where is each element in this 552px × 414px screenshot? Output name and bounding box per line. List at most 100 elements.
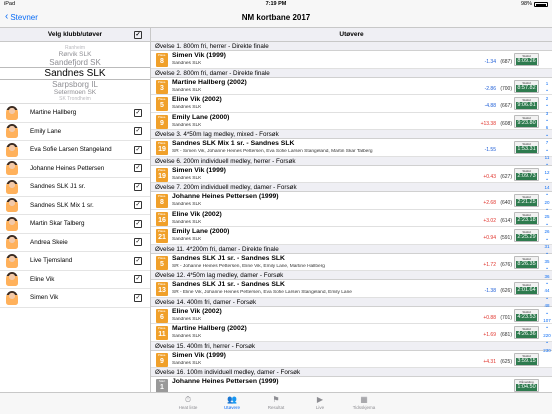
- club-picker-option[interactable]: Sarpsborg IL: [0, 80, 150, 89]
- athlete-checkbox[interactable]: ✓: [134, 293, 142, 302]
- index-entry[interactable]: 20: [542, 199, 552, 206]
- athlete-checkbox[interactable]: ✓: [134, 238, 142, 247]
- event-section-header: Øvelse 15. 400m fri, herrer - Forsøk: [151, 341, 552, 351]
- result-row[interactable]: Plass. 8 Johanne Heines Pettersen (1999) Sa…: [151, 192, 552, 210]
- result-row[interactable]: Plass. 9 Simen Vik (1999) Sandnes SLK +4.31 (…: [151, 351, 552, 368]
- index-entry[interactable]: •: [542, 117, 552, 124]
- index-entry[interactable]: •: [542, 132, 552, 139]
- athlete-row[interactable]: Andrea Skeie ✓: [0, 234, 150, 252]
- athlete-row[interactable]: Sandnes SLK Mix 1 sr. ✓: [0, 197, 150, 215]
- club-picker-option[interactable]: Rørvik SLK: [0, 51, 150, 58]
- athlete-name: Martine Hallberg: [30, 109, 77, 117]
- club-picker-option[interactable]: Setermoen SK: [0, 89, 150, 96]
- club-picker-option[interactable]: Sandefjord SK: [0, 58, 150, 67]
- athlete-checkbox[interactable]: ✓: [134, 127, 142, 136]
- index-entry[interactable]: •: [542, 176, 552, 183]
- index-entry[interactable]: •: [542, 236, 552, 243]
- tab-live[interactable]: ▶ Live: [298, 393, 342, 414]
- club-picker[interactable]: Ranheim Rørvik SLK Sandefjord SK Sandnes SL…: [0, 42, 150, 104]
- index-entry[interactable]: 7: [542, 139, 552, 146]
- result-row[interactable]: Start 1 Johanne Heines Pettersen (1999) Påm…: [151, 377, 552, 392]
- athlete-row[interactable]: Martine Hallberg ✓: [0, 104, 150, 123]
- index-entry[interactable]: •: [542, 206, 552, 213]
- result-row[interactable]: Plass. 11 Martine Hallberg (2002) Sandnes S…: [151, 324, 552, 342]
- result-row[interactable]: Plass. 19 Sandnes SLK Mix 1 sr. - Sandnes …: [151, 139, 552, 157]
- tab-utøvere[interactable]: 👥 Utøvere: [210, 393, 254, 414]
- result-row[interactable]: Plass. 13 Sandnes SLK J1 sr. - Sandnes SLK…: [151, 280, 552, 298]
- index-entry[interactable]: •: [542, 87, 552, 94]
- result-row[interactable]: Plass. 16 Eline Vik (2002) Sandnes SLK +3.02…: [151, 210, 552, 227]
- athlete-checkbox[interactable]: ✓: [134, 256, 142, 265]
- index-entry[interactable]: 220: [542, 332, 552, 339]
- athlete-row[interactable]: Johanne Heines Pettersen ✓: [0, 160, 150, 178]
- index-entry[interactable]: •: [542, 265, 552, 272]
- athlete-row[interactable]: Simen Vik ✓: [0, 289, 150, 308]
- athlete-checkbox[interactable]: ✓: [134, 145, 142, 154]
- index-entry[interactable]: •: [542, 339, 552, 346]
- place-number: 16: [158, 216, 166, 224]
- athlete-checkbox[interactable]: ✓: [134, 201, 142, 210]
- avatar-icon: [6, 105, 18, 120]
- athlete-checkbox[interactable]: ✓: [134, 182, 142, 191]
- place-badge: Plass. 11: [156, 326, 168, 340]
- index-entry[interactable]: 2: [542, 95, 552, 102]
- index-entry[interactable]: •: [542, 147, 552, 154]
- result-row[interactable]: Plass. 19 Simen Vik (1999) Sandnes SLK +0.43…: [151, 166, 552, 183]
- athlete-row[interactable]: Martin Skar Talberg ✓: [0, 215, 150, 234]
- index-entry[interactable]: •: [542, 161, 552, 168]
- place-number: 9: [160, 357, 164, 365]
- tab-tidsskjema[interactable]: ▦ Tidsskjema: [342, 393, 386, 414]
- index-entry[interactable]: 12: [542, 169, 552, 176]
- index-entry[interactable]: 107: [542, 317, 552, 324]
- index-entry[interactable]: •: [542, 280, 552, 287]
- index-entry[interactable]: 3: [542, 110, 552, 117]
- index-entry[interactable]: 25: [542, 213, 552, 220]
- index-entry[interactable]: 26: [542, 228, 552, 235]
- club-picker-option[interactable]: SK Trondheim: [0, 96, 150, 102]
- index-entry[interactable]: •: [542, 310, 552, 317]
- athlete-row[interactable]: Live Tjemsland ✓: [0, 252, 150, 271]
- athlete-checkbox[interactable]: ✓: [134, 275, 142, 284]
- result-row[interactable]: Plass. 21 Emily Lane (2000) Sandnes SLK +0.9…: [151, 227, 552, 245]
- index-entry[interactable]: •: [542, 324, 552, 331]
- final-time: Påmelding 1:04.50: [514, 379, 539, 392]
- athlete-row[interactable]: Eline Vik ✓: [0, 271, 150, 289]
- index-entry[interactable]: 35: [542, 258, 552, 265]
- index-entry[interactable]: 6: [542, 124, 552, 131]
- index-entry[interactable]: 11: [542, 154, 552, 161]
- index-entry[interactable]: 230: [542, 347, 552, 354]
- index-entry[interactable]: 36: [542, 273, 552, 280]
- athlete-checkbox[interactable]: ✓: [134, 164, 142, 173]
- index-entry[interactable]: 14: [542, 184, 552, 191]
- avatar-icon: [6, 272, 18, 287]
- index-entry[interactable]: 31: [542, 243, 552, 250]
- result-row[interactable]: Plass. 8 Simen Vik (1999) Sandnes SLK -1.34 (…: [151, 51, 552, 69]
- result-row[interactable]: Plass. 5 Eline Vik (2002) Sandnes SLK -4.88 (…: [151, 95, 552, 113]
- athlete-row[interactable]: Eva Sofie Larsen Stangeland ✓: [0, 141, 150, 160]
- index-entry[interactable]: 44: [542, 287, 552, 294]
- club-picker-option[interactable]: Sandnes SLK: [0, 67, 150, 80]
- tab-heat-liste[interactable]: ⏱ Heat liste: [166, 393, 210, 414]
- fina-points: (625): [500, 358, 512, 365]
- result-row[interactable]: Plass. 5 Sandnes SLK J1 sr. - Sandnes SLK S…: [151, 254, 552, 271]
- section-index[interactable]: 1 • 2 • 3 • 6 • 7 • 11 • 12 • 14 • 20 • 25 • 26 • 31 • 35 • 36 • 44 •…: [542, 80, 552, 392]
- index-entry[interactable]: •: [542, 102, 552, 109]
- club-athlete-pane: Velg klubb/utøver ✓ Ranheim Rørvik SLK San…: [0, 28, 151, 392]
- select-all-checkbox[interactable]: ✓: [134, 31, 142, 39]
- index-entry[interactable]: 1: [542, 80, 552, 87]
- index-entry[interactable]: 48: [542, 302, 552, 309]
- results-list[interactable]: Øvelse 1. 800m fri, herrer - Direkte fin…: [151, 42, 552, 392]
- index-entry[interactable]: •: [542, 191, 552, 198]
- result-row[interactable]: Plass. 6 Eline Vik (2002) Sandnes SLK +0.88 (…: [151, 307, 552, 324]
- tab-resultat[interactable]: ⚑ Resultat: [254, 393, 298, 414]
- index-entry[interactable]: •: [542, 295, 552, 302]
- athlete-checkbox[interactable]: ✓: [134, 108, 142, 117]
- athlete-checkbox[interactable]: ✓: [134, 219, 142, 228]
- result-row[interactable]: Plass. 3 Martine Hallberg (2002) Sandnes SL…: [151, 78, 552, 95]
- index-entry[interactable]: •: [542, 250, 552, 257]
- index-entry[interactable]: •: [542, 221, 552, 228]
- athlete-row[interactable]: Emily Lane ✓: [0, 123, 150, 141]
- result-row[interactable]: Plass. 9 Emily Lane (2000) Sandnes SLK +13.3…: [151, 113, 552, 130]
- athlete-row[interactable]: Sandnes SLK J1 sr. ✓: [0, 178, 150, 197]
- place-number: 11: [158, 331, 166, 338]
